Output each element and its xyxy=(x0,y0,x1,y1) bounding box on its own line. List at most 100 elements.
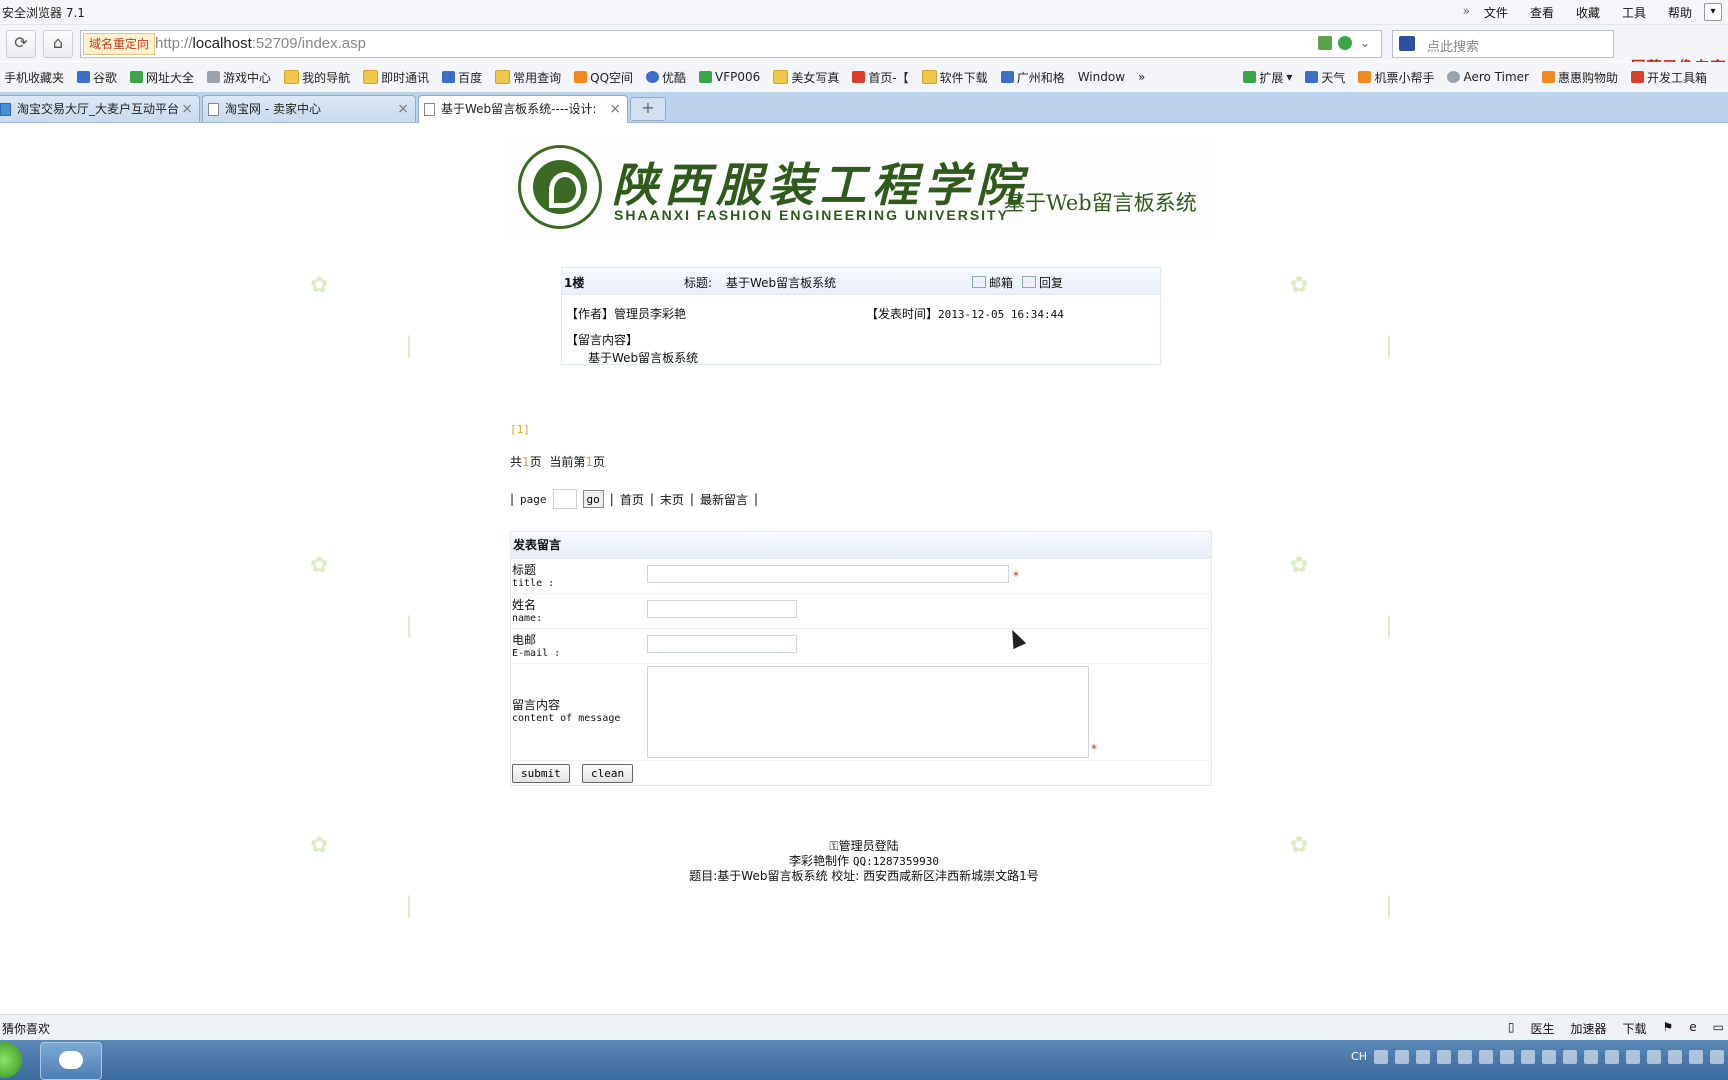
tab-taobao-hall[interactable]: 淘宝交易大厅_大麦户互动平台 × xyxy=(0,95,200,122)
tray-icon[interactable] xyxy=(1458,1050,1472,1064)
menu-tools[interactable]: 工具 xyxy=(1622,4,1646,21)
domain-redirect-badge[interactable]: 域名重定向 xyxy=(83,33,156,55)
bookmark-item[interactable]: 开发工具箱 xyxy=(1630,69,1707,86)
menu-view[interactable]: 查看 xyxy=(1530,4,1554,21)
mail-link[interactable]: 邮箱 xyxy=(972,274,1013,291)
site-icon xyxy=(130,71,144,83)
bookmark-item[interactable]: 常用查询 xyxy=(495,69,561,86)
reply-link[interactable]: 回复 xyxy=(1022,274,1063,291)
tray-icon[interactable] xyxy=(1689,1050,1703,1064)
search-engine-icon[interactable] xyxy=(1399,36,1415,51)
submit-button[interactable]: submit xyxy=(512,764,570,783)
chevron-down-icon[interactable]: ⌄ xyxy=(1360,36,1374,50)
bookmark-item[interactable]: 机票小帮手 xyxy=(1358,69,1434,86)
bookmark-item[interactable]: 软件下载 xyxy=(921,69,988,86)
bookmark-item[interactable]: 手机收藏夹 xyxy=(4,69,64,86)
address-bar[interactable]: 域名重定向 http://localhost:52709/index.asp ⌄ xyxy=(80,30,1382,58)
new-tab-button[interactable]: + xyxy=(630,97,666,121)
search-box[interactable]: 点此搜索 xyxy=(1392,30,1614,58)
go-button[interactable]: go xyxy=(582,490,604,508)
plane-icon xyxy=(1358,71,1372,83)
bookmark-item[interactable]: 游戏中心 xyxy=(207,69,271,86)
menu-help[interactable]: 帮助 xyxy=(1668,4,1692,21)
qrcode-icon[interactable] xyxy=(1318,36,1332,50)
tray-icon[interactable] xyxy=(1626,1050,1640,1064)
tray-icon[interactable] xyxy=(1416,1050,1430,1064)
tray-icon[interactable] xyxy=(1542,1050,1556,1064)
tray-icon[interactable] xyxy=(1647,1050,1661,1064)
leaf-decoration: ❘ xyxy=(1380,893,1399,918)
page-link-1[interactable]: [1] xyxy=(510,423,530,436)
ie-mode-icon[interactable] xyxy=(1338,36,1352,50)
email-field[interactable] xyxy=(647,635,797,653)
ie-icon[interactable]: e xyxy=(1689,1020,1696,1037)
tray-icon[interactable] xyxy=(1584,1050,1598,1064)
shirt-icon[interactable]: ▾ xyxy=(1704,3,1722,21)
status-doctor[interactable]: 医生 xyxy=(1530,1020,1554,1037)
latest-messages-link[interactable]: 最新留言 xyxy=(700,491,748,508)
tray-icon[interactable] xyxy=(1563,1050,1577,1064)
close-icon[interactable]: × xyxy=(181,96,193,122)
home-button[interactable]: ⌂ xyxy=(43,30,73,58)
search-input[interactable]: 点此搜索 xyxy=(1427,36,1479,55)
browser-titlebar: 安全浏览器 7.1 » 文件 查看 收藏 工具 帮助 ▾ xyxy=(0,0,1728,25)
menu-favorites[interactable]: 收藏 xyxy=(1576,4,1600,21)
close-icon[interactable]: × xyxy=(609,96,621,122)
volume-icon[interactable] xyxy=(1710,1050,1724,1064)
status-download[interactable]: 下载 xyxy=(1622,1020,1646,1037)
name-field[interactable] xyxy=(647,600,797,618)
admin-login-link[interactable]: 管理员登陆 xyxy=(839,839,899,853)
flag-icon[interactable]: ⚑ xyxy=(1663,1020,1674,1037)
window-icon[interactable]: ▭ xyxy=(1713,1020,1724,1037)
bookmark-item[interactable]: 网址大全 xyxy=(130,69,194,86)
url-text[interactable]: http://localhost:52709/index.asp xyxy=(155,35,366,52)
bookmark-item[interactable]: 广州和格 xyxy=(1000,69,1065,86)
school-seal-logo xyxy=(518,145,602,229)
status-accelerator[interactable]: 加速器 xyxy=(1570,1020,1606,1037)
bookmark-item[interactable]: 百度 xyxy=(442,69,482,86)
start-button[interactable] xyxy=(0,1042,22,1078)
menu-file[interactable]: 文件 xyxy=(1484,4,1508,21)
bookmark-item[interactable]: 即时通讯 xyxy=(363,69,429,86)
bookmark-item[interactable]: 首页-【 xyxy=(852,69,909,86)
bookmark-item[interactable]: 谷歌 xyxy=(77,69,117,86)
tray-icon[interactable] xyxy=(1479,1050,1493,1064)
message-textarea[interactable] xyxy=(647,666,1089,758)
bookmark-item[interactable]: Window xyxy=(1078,70,1125,84)
title-field[interactable] xyxy=(647,565,1009,583)
ime-indicator[interactable]: CH xyxy=(1351,1050,1367,1064)
bookmark-item[interactable]: 惠惠购物助 xyxy=(1541,69,1618,86)
bookmark-item[interactable]: 优酷 xyxy=(646,69,686,86)
tray-icon[interactable] xyxy=(1521,1050,1535,1064)
tray-icon[interactable] xyxy=(1605,1050,1619,1064)
bookmarks-overflow-icon[interactable]: » xyxy=(1138,70,1145,84)
bookmark-item[interactable]: 我的导航 xyxy=(284,69,350,86)
bookmark-item[interactable]: 扩展 ▾ xyxy=(1243,69,1292,86)
required-mark: * xyxy=(1091,742,1097,756)
bookmark-item[interactable]: VFP006 xyxy=(699,70,760,84)
timer-icon xyxy=(1447,71,1461,83)
bookmark-item[interactable]: QQ空间 xyxy=(574,69,633,86)
phone-icon[interactable]: ▯ xyxy=(1508,1020,1515,1037)
system-tray: CH xyxy=(1351,1050,1724,1064)
tray-icon[interactable] xyxy=(1668,1050,1682,1064)
taskbar-app-button[interactable] xyxy=(40,1042,102,1080)
guess-you-like[interactable]: 猜你喜欢 xyxy=(2,1020,50,1037)
clean-button[interactable]: clean xyxy=(582,764,634,783)
tray-icon[interactable] xyxy=(1437,1050,1451,1064)
menu-overflow-icon[interactable]: » xyxy=(1463,4,1470,21)
bookmark-item[interactable]: Aero Timer xyxy=(1447,70,1529,84)
first-page-link[interactable]: 首页 xyxy=(620,491,644,508)
tray-icon[interactable] xyxy=(1500,1050,1514,1064)
last-page-link[interactable]: 末页 xyxy=(660,491,684,508)
tray-icon[interactable] xyxy=(1374,1050,1388,1064)
tab-taobao-seller[interactable]: 淘宝网 - 卖家中心 × xyxy=(202,95,416,122)
bookmark-item[interactable]: 美女写真 xyxy=(773,69,839,86)
refresh-button[interactable]: ⟳ xyxy=(6,30,36,58)
close-icon[interactable]: × xyxy=(397,96,409,122)
page-number-input[interactable] xyxy=(552,489,577,509)
content-field-label: 留言内容 content of message xyxy=(512,698,621,724)
tab-guestbook[interactable]: 基于Web留言板系统----设计: × xyxy=(418,95,628,123)
bookmark-item[interactable]: 天气 xyxy=(1305,69,1345,86)
tray-icon[interactable] xyxy=(1395,1050,1409,1064)
